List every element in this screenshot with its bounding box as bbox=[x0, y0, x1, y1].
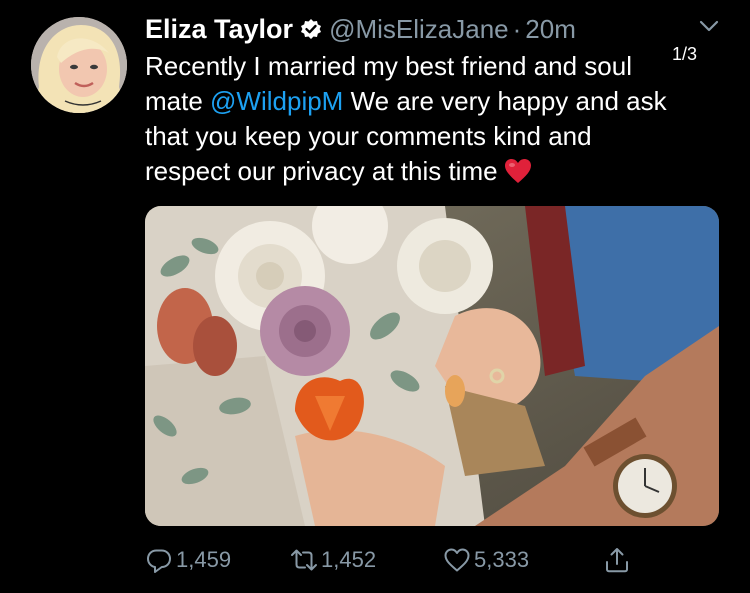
red-heart-emoji bbox=[504, 158, 532, 184]
reply-button[interactable]: 1,459 bbox=[145, 540, 231, 580]
avatar[interactable] bbox=[31, 17, 127, 113]
verified-badge-icon bbox=[300, 18, 322, 40]
tweet-text-line-1: Recently I married my best friend and so… bbox=[145, 51, 632, 81]
tweet-text-line-2-post: We are very happy and ask bbox=[343, 86, 667, 116]
like-icon bbox=[444, 548, 470, 572]
share-icon bbox=[606, 548, 628, 573]
like-count: 5,333 bbox=[474, 547, 530, 572]
tweet-media-image[interactable] bbox=[145, 206, 719, 526]
tweet-text-line-4: respect our privacy at this time bbox=[145, 154, 720, 189]
tweet-text-line-3: that you keep your comments kind and bbox=[145, 121, 592, 151]
tweet-text-line-4-text: respect our privacy at this time bbox=[145, 156, 498, 186]
mention-link[interactable]: @WildpipM bbox=[210, 86, 343, 116]
tweet-header: Eliza Taylor @MisElizaJane · 20m bbox=[145, 9, 576, 49]
chevron-down-icon[interactable] bbox=[698, 18, 720, 34]
tweet-text-line-2: mate @WildpipM We are very happy and ask bbox=[145, 84, 720, 119]
author-name[interactable]: Eliza Taylor bbox=[145, 14, 293, 45]
tweet-text-line-2-pre: mate bbox=[145, 86, 211, 116]
retweet-button[interactable]: 1,452 bbox=[290, 540, 376, 580]
like-button[interactable]: 5,333 bbox=[443, 540, 529, 580]
share-button[interactable] bbox=[603, 540, 634, 580]
tweet-action-bar: 1,459 1,452 5,333 bbox=[145, 540, 720, 580]
retweet-icon bbox=[291, 549, 317, 571]
reply-icon bbox=[147, 549, 171, 573]
avatar-photo bbox=[31, 17, 127, 113]
tweet-text: Recently I married my best friend and so… bbox=[145, 49, 720, 189]
author-handle[interactable]: @MisElizaJane bbox=[329, 14, 509, 45]
reply-count: 1,459 bbox=[176, 547, 232, 572]
retweet-count: 1,452 bbox=[321, 547, 377, 572]
wedding-bouquet-photo bbox=[145, 206, 719, 526]
tweet-timestamp[interactable]: 20m bbox=[525, 14, 576, 45]
header-separator: · bbox=[512, 13, 522, 44]
